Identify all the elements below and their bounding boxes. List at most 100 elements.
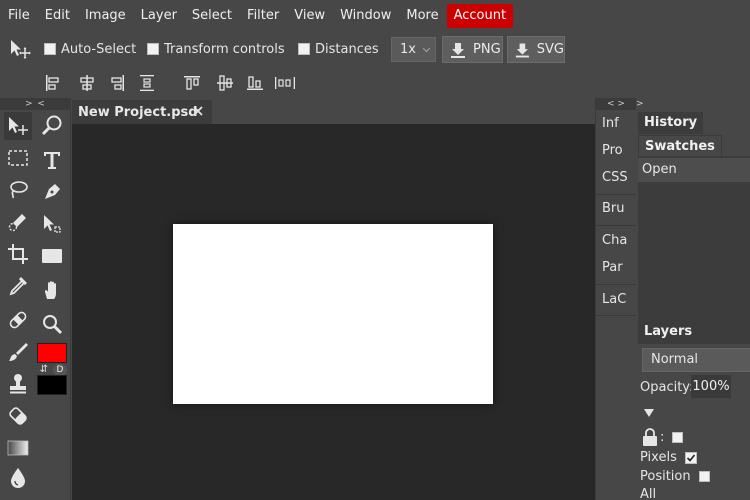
lock-all-option[interactable]: All: [640, 487, 656, 500]
align-left-icon[interactable]: [44, 74, 62, 92]
tab-new-project[interactable]: New Project.psd: [72, 100, 212, 124]
export-svg-button[interactable]: SVG: [507, 36, 565, 63]
menu-account[interactable]: Account: [446, 4, 514, 28]
blur-tool[interactable]: [4, 464, 32, 492]
right-panels: > History Swatches Open Layers Normal Op…: [636, 98, 750, 500]
align-bottom-icon[interactable]: [246, 74, 264, 92]
zoom-tool[interactable]: [38, 310, 66, 338]
eyedropper-tool[interactable]: [4, 272, 32, 300]
eraser-tool[interactable]: [4, 402, 32, 430]
distribute-horizontal-icon[interactable]: [274, 74, 296, 92]
clone-stamp-tool[interactable]: [4, 370, 32, 398]
panel-tab-paragraph[interactable]: Par: [602, 260, 623, 275]
marquee-icon: [8, 150, 28, 166]
tab-layers[interactable]: Layers: [638, 321, 699, 343]
triangle-down-icon[interactable]: [644, 408, 654, 418]
close-icon[interactable]: [192, 105, 204, 117]
quick-select-tool[interactable]: [38, 112, 66, 140]
auto-select-option[interactable]: Auto-Select: [44, 41, 136, 57]
gradient-tool[interactable]: [4, 434, 32, 462]
panel-tab-brush[interactable]: Bru: [602, 201, 625, 216]
align-right-icon[interactable]: [108, 74, 126, 92]
menu-more[interactable]: More: [399, 4, 445, 28]
brush-tool[interactable]: [4, 338, 32, 366]
export-png-label: PNG: [473, 42, 501, 57]
type-tool[interactable]: [38, 146, 66, 174]
menu-view[interactable]: View: [287, 4, 332, 28]
panel-tab-css[interactable]: CSS: [602, 170, 628, 185]
bandage-icon: [9, 311, 27, 329]
pixels-checkbox[interactable]: [684, 451, 697, 464]
panel-tab-info[interactable]: Inf: [602, 116, 619, 131]
export-scale-select[interactable]: 1x: [391, 37, 436, 62]
distances-checkbox[interactable]: [298, 43, 310, 55]
distribute-vertical-icon[interactable]: [138, 74, 156, 92]
opacity-label: Opacity:: [640, 380, 694, 395]
menu-layer[interactable]: Layer: [134, 4, 184, 28]
drop-icon: [11, 468, 25, 488]
distances-label: Distances: [315, 41, 379, 57]
right-panel-collapse-toggle[interactable]: >: [636, 98, 644, 110]
tab-swatches[interactable]: Swatches: [638, 135, 722, 157]
move-tool-options-icon: [8, 38, 32, 60]
shape-tool[interactable]: [38, 242, 66, 270]
panel-tab-layer-comps[interactable]: LaC: [602, 292, 626, 307]
lock-position-option[interactable]: Position: [640, 469, 710, 484]
tabstrip-collapse-toggle[interactable]: < >: [596, 98, 636, 110]
menu-bar: File Edit Image Layer Select Filter View…: [0, 0, 750, 32]
document-canvas[interactable]: [173, 224, 493, 404]
color-swatches: ⇵ D: [35, 341, 70, 397]
crop-tool[interactable]: [4, 240, 32, 268]
lasso-icon: [10, 181, 28, 199]
panel-tab-properties[interactable]: Pro: [602, 143, 623, 158]
marquee-tool[interactable]: [4, 144, 32, 172]
menu-edit[interactable]: Edit: [38, 4, 77, 28]
menu-filter[interactable]: Filter: [240, 4, 286, 28]
canvas-workspace[interactable]: [72, 124, 595, 500]
distances-option[interactable]: Distances: [298, 41, 379, 57]
export-png-button[interactable]: PNG: [442, 36, 503, 63]
menu-window[interactable]: Window: [333, 4, 398, 28]
options-bar: Auto-Select Transform controls Distances…: [0, 32, 750, 66]
auto-select-checkbox[interactable]: [44, 43, 56, 55]
opacity-input[interactable]: 100%: [691, 375, 731, 398]
history-item-open[interactable]: Open: [638, 158, 750, 182]
foreground-color[interactable]: [37, 343, 67, 363]
lock-all-checkbox[interactable]: [672, 431, 684, 443]
position-checkbox[interactable]: [698, 471, 710, 482]
hand-tool[interactable]: [38, 276, 66, 304]
tab-history[interactable]: History: [638, 112, 704, 134]
quick-selection-brush-tool[interactable]: [4, 208, 32, 236]
toolbox-collapse-toggle[interactable]: > <: [0, 98, 71, 110]
lock-colon: :: [660, 429, 665, 445]
magic-wand-icon: [41, 115, 62, 136]
tabstrip-divider: [596, 284, 636, 285]
auto-select-label: Auto-Select: [61, 41, 137, 57]
panel-tab-character[interactable]: Cha: [602, 233, 627, 248]
transform-controls-option[interactable]: Transform controls: [147, 41, 285, 57]
chevron-down-icon: [423, 47, 430, 53]
export-svg-label: SVG: [536, 42, 564, 57]
lasso-tool[interactable]: [4, 176, 32, 204]
document-tab-title: New Project.psd: [78, 104, 198, 120]
lock-pixels-option[interactable]: Pixels: [640, 450, 697, 465]
align-center-horizontal-icon[interactable]: [78, 74, 96, 92]
align-bar: [0, 66, 750, 98]
path-select-tool[interactable]: [38, 210, 66, 238]
toolbox: > < ⇵ D: [0, 98, 71, 500]
transform-controls-checkbox[interactable]: [147, 43, 159, 55]
move-tool[interactable]: [4, 112, 32, 140]
background-color[interactable]: [37, 375, 67, 395]
eyedropper-icon: [9, 277, 27, 296]
export-scale-value: 1x: [400, 42, 416, 57]
align-middle-vertical-icon[interactable]: [216, 74, 234, 92]
pen-tool[interactable]: [38, 178, 66, 206]
download-icon: [515, 42, 529, 57]
menu-select[interactable]: Select: [185, 4, 239, 28]
lock-icon: [643, 428, 657, 446]
blend-mode-select[interactable]: Normal: [642, 348, 750, 372]
align-top-icon[interactable]: [183, 74, 201, 92]
healing-brush-tool[interactable]: [4, 306, 32, 334]
menu-file[interactable]: File: [1, 4, 37, 28]
menu-image[interactable]: Image: [78, 4, 133, 28]
